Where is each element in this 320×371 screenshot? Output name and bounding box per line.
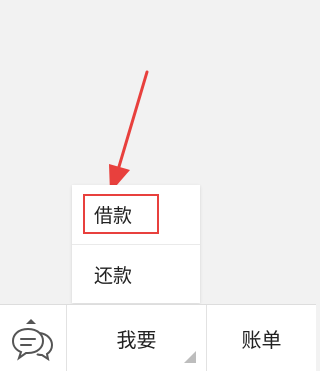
menu-item-repay[interactable]: 还款 (72, 245, 200, 303)
menu-item-borrow[interactable]: 借款 (72, 185, 200, 243)
popup-menu: 借款 还款 (72, 185, 200, 303)
want-button[interactable]: 我要 (67, 305, 206, 371)
want-label: 我要 (116, 327, 157, 352)
menu-item-repay-label: 还款 (94, 264, 133, 287)
bill-button[interactable]: 账单 (207, 305, 316, 371)
menu-item-borrow-label: 借款 (94, 204, 133, 227)
submenu-indicator-icon (184, 351, 196, 363)
bill-label: 账单 (241, 327, 282, 352)
chat-button[interactable] (0, 305, 66, 371)
bottom-bar: 我要 账单 (0, 304, 316, 371)
chat-bubbles-icon (11, 319, 54, 362)
